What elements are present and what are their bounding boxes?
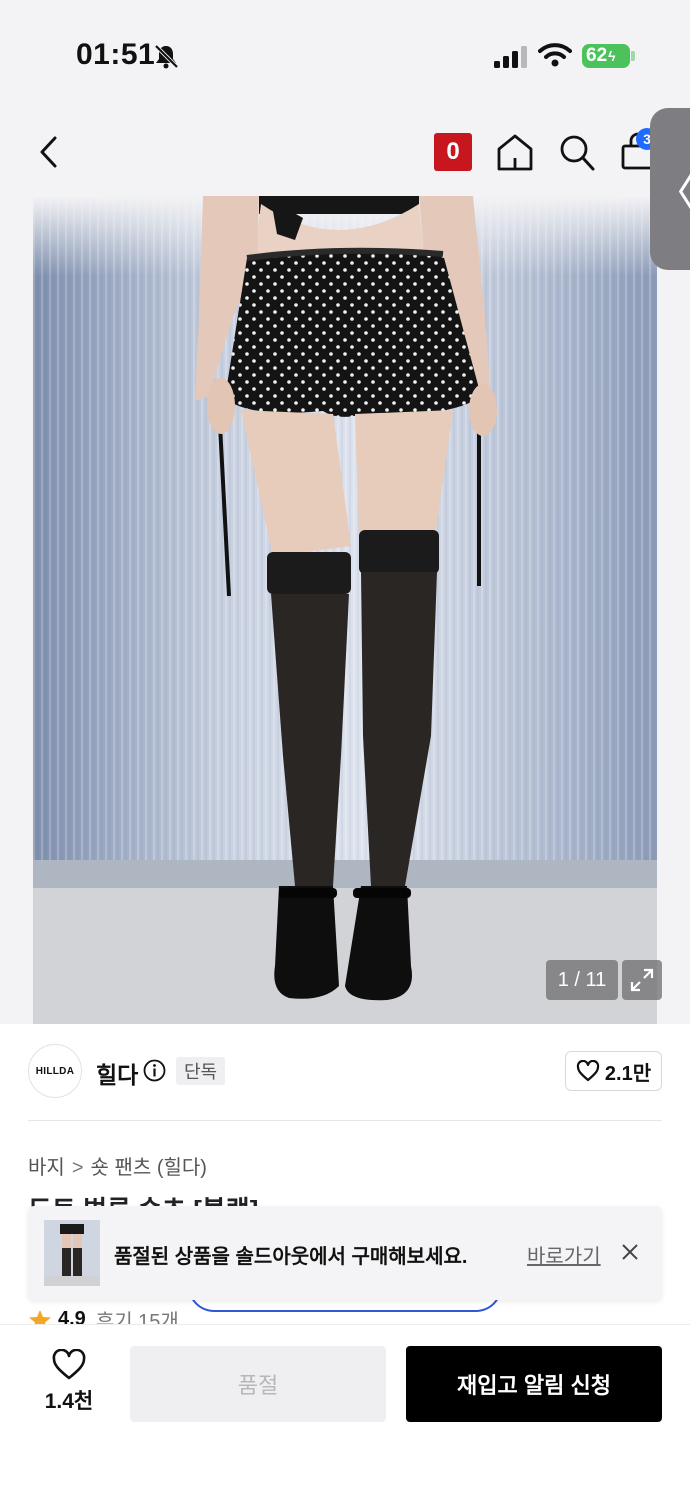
- heart-icon: [576, 1060, 600, 1082]
- divider: [28, 1120, 662, 1121]
- heart-icon: [52, 1349, 86, 1380]
- expand-image-button[interactable]: [622, 960, 662, 1000]
- expand-icon: [630, 968, 654, 992]
- coupon-badge[interactable]: 0: [434, 133, 472, 171]
- product-photo[interactable]: [33, 196, 657, 1024]
- search-icon[interactable]: [558, 132, 596, 172]
- close-icon[interactable]: [620, 1242, 640, 1262]
- brand-like-button[interactable]: 2.1만: [565, 1051, 662, 1091]
- breadcrumb: 바지 > 숏 팬츠 (힐다): [28, 1151, 207, 1180]
- status-bar: 01:51 62 ϟ: [0, 0, 690, 100]
- bottom-action-bar: 1.4천 품절 재입고 알림 신청: [0, 1324, 690, 1500]
- soldout-button: 품절: [130, 1346, 386, 1422]
- toast-thumbnail: [44, 1220, 100, 1286]
- image-counter: 1 / 11: [546, 960, 618, 1000]
- soldout-toast: 품절된 상품을 솔드아웃에서 구매해보세요. 바로가기: [28, 1206, 662, 1300]
- bell-off-icon: [154, 44, 179, 69]
- charging-bolt-icon: ϟ: [608, 48, 616, 64]
- toast-goto-link[interactable]: 바로가기: [527, 1240, 601, 1269]
- top-nav: 0: [0, 100, 690, 200]
- signal-icon: [494, 46, 527, 68]
- brand-name[interactable]: 힐다: [96, 1056, 138, 1090]
- toast-message: 품절된 상품을 솔드아웃에서 구매해보세요.: [114, 1246, 468, 1268]
- home-icon[interactable]: [496, 132, 534, 172]
- breadcrumb-separator: >: [71, 1157, 84, 1179]
- wishlist-count: 1.4천: [44, 1390, 94, 1413]
- battery-level: 62: [586, 45, 608, 66]
- breadcrumb-category[interactable]: 바지: [28, 1157, 65, 1179]
- restock-alert-button[interactable]: 재입고 알림 신청: [406, 1346, 662, 1422]
- wishlist-button[interactable]: 1.4천: [36, 1349, 102, 1419]
- product-image-gallery[interactable]: [0, 196, 690, 1024]
- breadcrumb-subcategory[interactable]: 숏 팬츠 (힐다): [91, 1157, 207, 1179]
- battery-indicator: 62 ϟ: [582, 44, 630, 68]
- info-icon[interactable]: [143, 1059, 166, 1082]
- status-time: 01:51: [76, 38, 156, 71]
- brand-like-count: 2.1만: [604, 1062, 652, 1085]
- battery-cap: [631, 51, 635, 61]
- brand-logo[interactable]: HILLDA: [28, 1044, 82, 1098]
- back-chevron-icon[interactable]: [30, 130, 70, 174]
- exclusive-badge: 단독: [176, 1057, 226, 1085]
- wifi-icon: [538, 43, 572, 67]
- side-drawer-tab[interactable]: 〈: [650, 108, 690, 270]
